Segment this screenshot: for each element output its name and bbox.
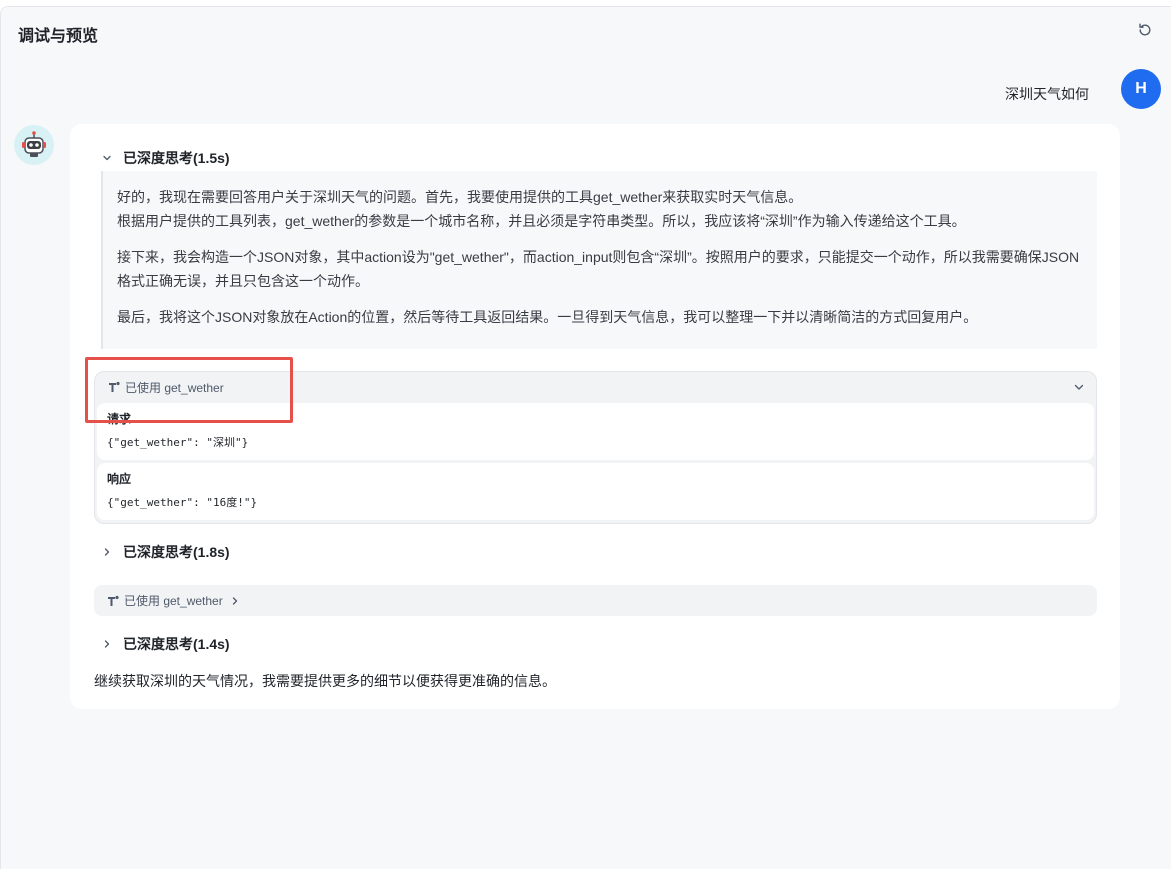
- thinking-line-2: 根据用户提供的工具列表，get_wether的参数是一个城市名称，并且必须是字符…: [117, 213, 966, 229]
- thinking-toggle-3[interactable]: 已深度思考(1.4s): [100, 634, 230, 654]
- chevron-right-icon: [100, 545, 114, 559]
- chevron-right-icon: [229, 595, 241, 607]
- chevron-down-icon[interactable]: [1072, 380, 1086, 394]
- thinking-line-1: 好的，我现在需要回答用户关于深圳天气的问题。首先，我要使用提供的工具get_we…: [117, 189, 803, 205]
- bot-avatar: [14, 125, 54, 165]
- tool-call-label-1: 已使用 get_wether: [125, 380, 224, 395]
- bot-final-text: 继续获取深圳的天气情况，我需要提供更多的细节以便获得更准确的信息。: [94, 673, 556, 689]
- user-avatar: H: [1121, 69, 1161, 109]
- thinking-line-3: 接下来，我会构造一个JSON对象，其中action设为"get_wether"，…: [117, 249, 1080, 289]
- response-code: {"get_wether": "16度!"}: [107, 496, 258, 509]
- tool-response-section: 响应 {"get_wether": "16度!"}: [97, 463, 1094, 520]
- tool-call-header-1[interactable]: 已使用 get_wether: [95, 372, 1096, 402]
- thinking-label-2: 已深度思考(1.8s): [123, 544, 230, 560]
- request-label: 请求: [107, 412, 132, 426]
- bot-message-card: 已深度思考(1.5s) 好的，我现在需要回答用户关于深圳天气的问题。首先，我要使…: [70, 124, 1120, 709]
- tool-request-section: 请求 {"get_wether": "深圳"}: [97, 403, 1094, 460]
- chevron-down-icon: [100, 151, 114, 165]
- refresh-button[interactable]: [1135, 22, 1155, 42]
- thinking-toggle-2[interactable]: 已深度思考(1.8s): [100, 542, 230, 562]
- request-code: {"get_wether": "深圳"}: [107, 436, 249, 449]
- thinking-label-1: 已深度思考(1.5s): [123, 150, 230, 166]
- chevron-right-icon: [100, 637, 114, 651]
- response-label: 响应: [107, 472, 132, 486]
- panel-title: 调试与预览: [18, 28, 99, 45]
- tool-call-label-2: 已使用 get_wether: [124, 594, 223, 608]
- user-avatar-letter: H: [1135, 80, 1147, 97]
- tool-call-collapsed[interactable]: 已使用 get_wether: [94, 585, 1097, 616]
- user-message: 深圳天气如何: [1005, 86, 1089, 102]
- tool-icon: [107, 380, 121, 394]
- thinking-line-4: 最后，我将这个JSON对象放在Action的位置，然后等待工具返回结果。一旦得到…: [117, 309, 978, 325]
- thinking-toggle-1[interactable]: 已深度思考(1.5s): [100, 148, 230, 168]
- tool-icon: [106, 594, 120, 608]
- refresh-icon: [1137, 22, 1153, 43]
- thinking-content-1: 好的，我现在需要回答用户关于深圳天气的问题。首先，我要使用提供的工具get_we…: [101, 171, 1097, 349]
- thinking-label-3: 已深度思考(1.4s): [123, 636, 230, 652]
- tool-call-expanded: 已使用 get_wether 请求 {"get_wether": "深圳"} 响…: [94, 371, 1097, 524]
